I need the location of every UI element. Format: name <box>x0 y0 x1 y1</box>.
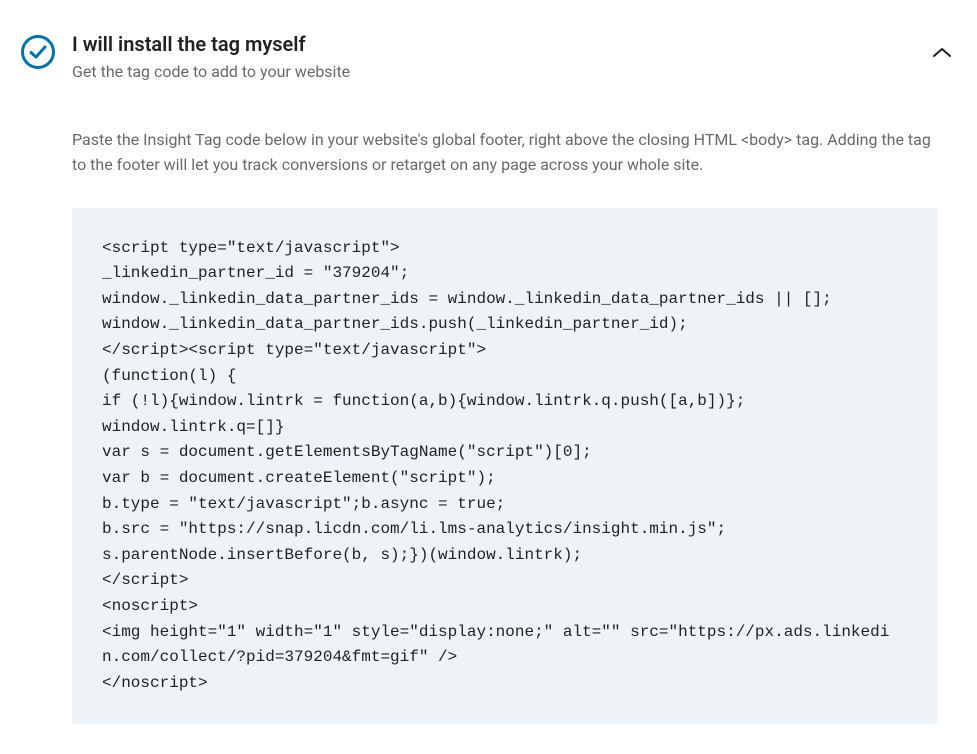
header-text-block: I will install the tag myself Get the ta… <box>72 30 911 84</box>
accordion-content: Paste the Insight Tag code below in your… <box>72 128 957 724</box>
section-title: I will install the tag myself <box>72 30 911 58</box>
instructions-text: Paste the Insight Tag code below in your… <box>72 128 937 178</box>
check-circle-icon <box>20 34 56 70</box>
code-snippet-block[interactable]: <script type="text/javascript"> _linkedi… <box>72 208 937 725</box>
chevron-up-icon[interactable] <box>927 38 957 68</box>
accordion-header[interactable]: I will install the tag myself Get the ta… <box>20 30 957 84</box>
section-subtitle: Get the tag code to add to your website <box>72 60 911 84</box>
